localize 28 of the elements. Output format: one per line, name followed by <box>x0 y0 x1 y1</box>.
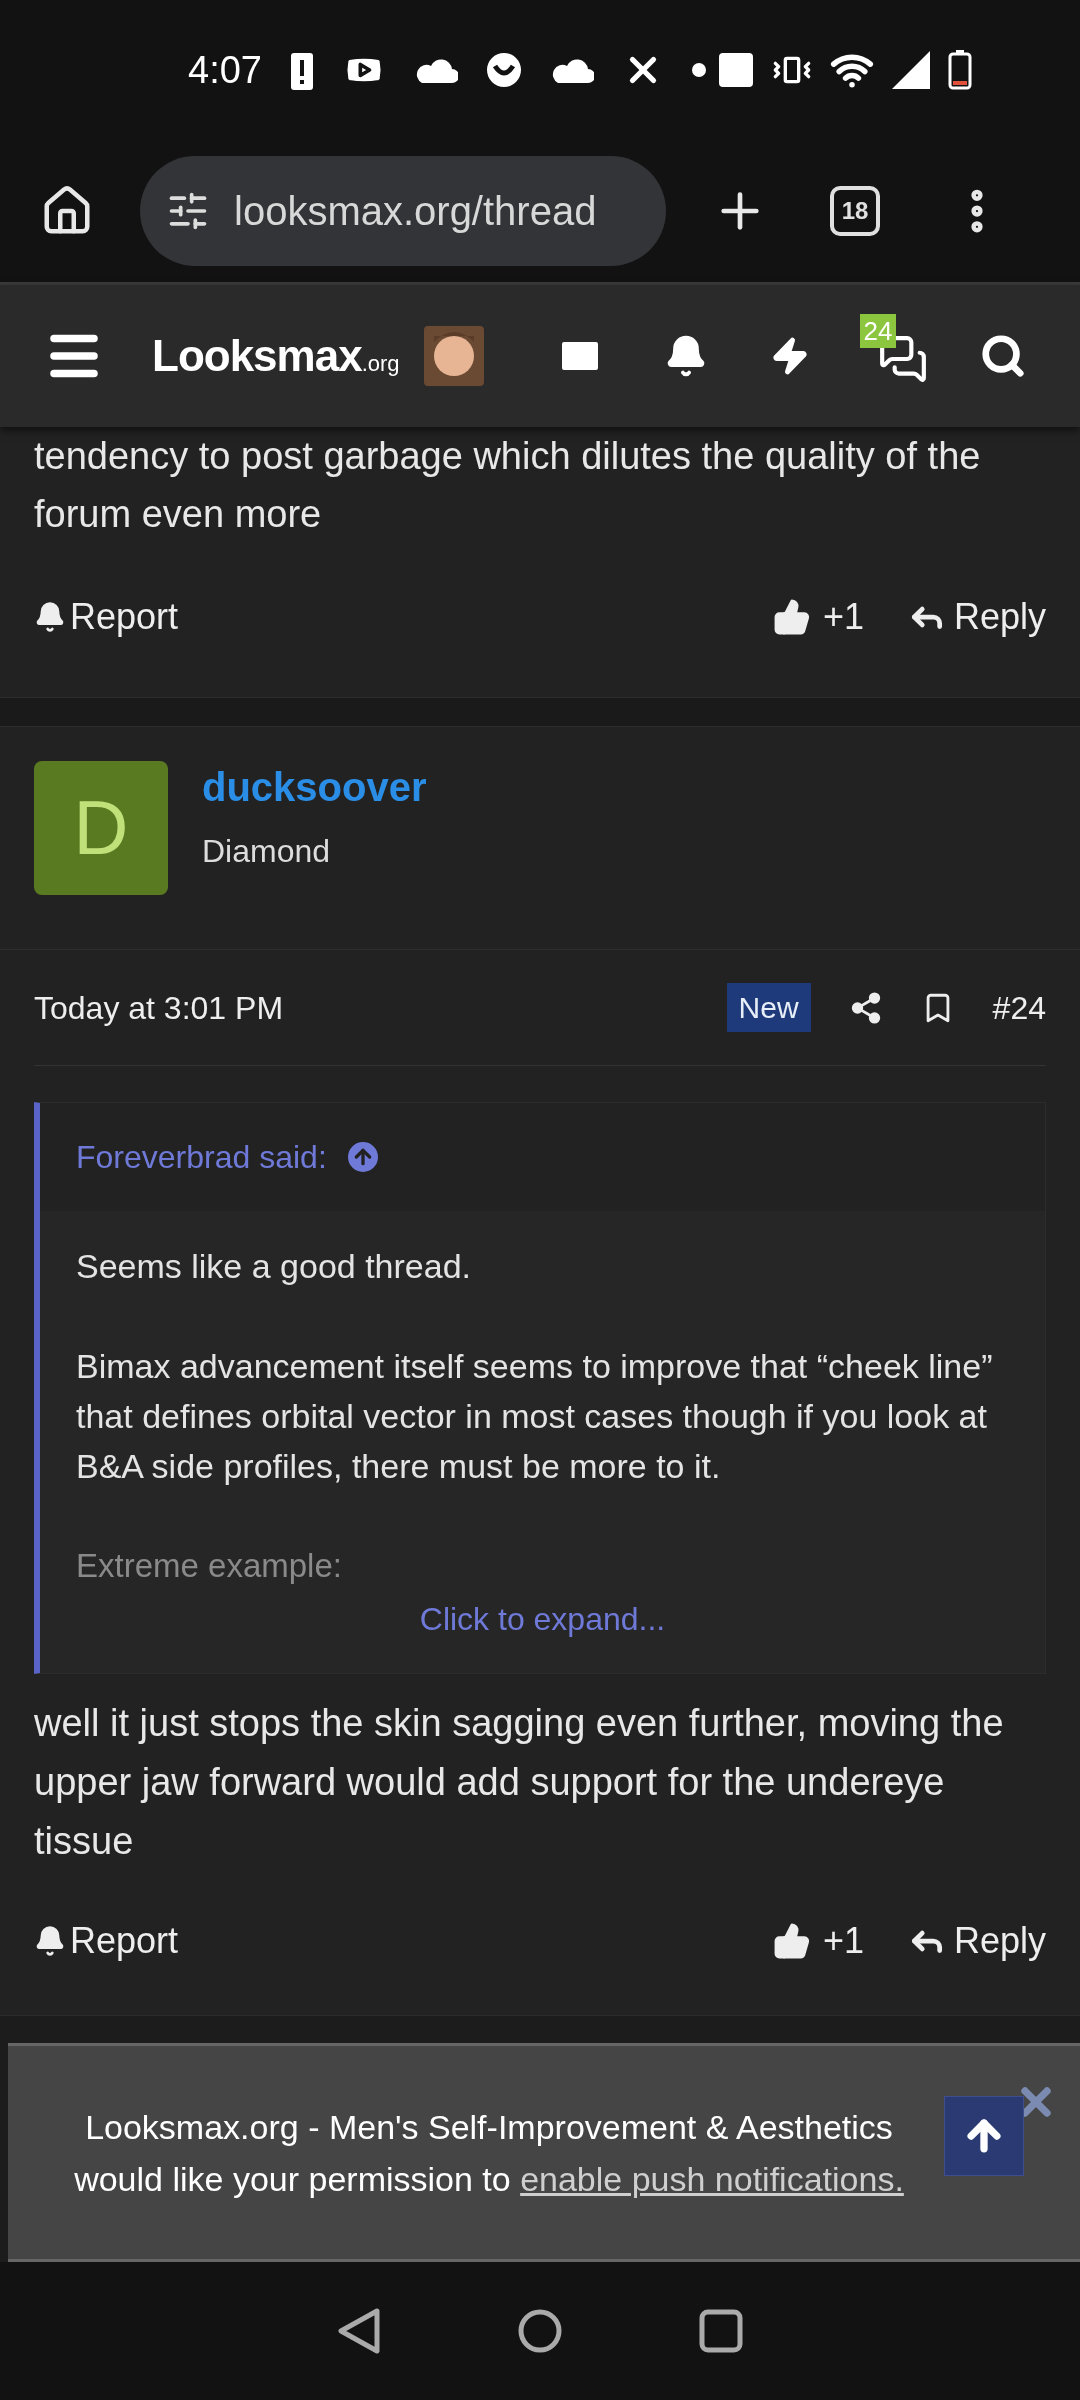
user-rank: Diamond <box>202 832 332 871</box>
logo-text: Looksmax <box>152 330 362 382</box>
report-button[interactable]: Report <box>34 1914 179 1968</box>
new-badge: New <box>726 983 811 1032</box>
url-text: looksmax.org/thread <box>234 188 597 235</box>
notification-badge: 24 <box>859 314 897 348</box>
site-logo[interactable]: Looksmax.org <box>152 323 400 389</box>
quote-faded-text: Extreme example: <box>76 1546 343 1586</box>
post-text: tendency to post garbage which dilutes the quality of the forum even more <box>33 434 982 537</box>
quote-paragraph: Seems like a good thread. <box>76 1246 473 1287</box>
quote-paragraph: Bimax advancement itself seems to improve that “cheek line” that defines orbital vector in most cases though if you look at B&A side profiles, there must be more to it. <box>76 1346 994 1487</box>
like-button[interactable]: +1 <box>772 1914 864 1968</box>
tab-count-button[interactable]: 18 <box>830 186 880 236</box>
like-button[interactable]: +1 <box>772 590 864 644</box>
post-date: Today at 3:01 PM <box>34 988 284 1028</box>
click-to-expand-link[interactable]: Click to expand... <box>419 1595 666 1643</box>
reply-button[interactable]: Reply <box>907 590 1046 644</box>
post-text: well it just stops the skin sagging even further, moving the upper jaw forward would add support for the undereye tissue <box>33 1701 1005 1864</box>
enable-notifications-link[interactable]: enable push notifications. <box>520 2159 904 2198</box>
reply-button[interactable]: Reply <box>907 1914 1046 1968</box>
logo-suffix: .org <box>361 351 400 378</box>
username-link[interactable]: ducksoover <box>202 761 427 813</box>
report-button[interactable]: Report <box>34 590 179 644</box>
banner-text: Looksmax.org - Men's Self-Improvement & Aesthetics would like your permission to enable push notifications. <box>74 2106 904 2200</box>
post-number-link[interactable]: #24 <box>992 983 1046 1032</box>
quote-author-link[interactable]: Foreverbrad said: <box>76 1133 327 1181</box>
status-time: 4:07 <box>188 47 262 93</box>
address-bar[interactable]: looksmax.org/thread <box>140 156 666 266</box>
